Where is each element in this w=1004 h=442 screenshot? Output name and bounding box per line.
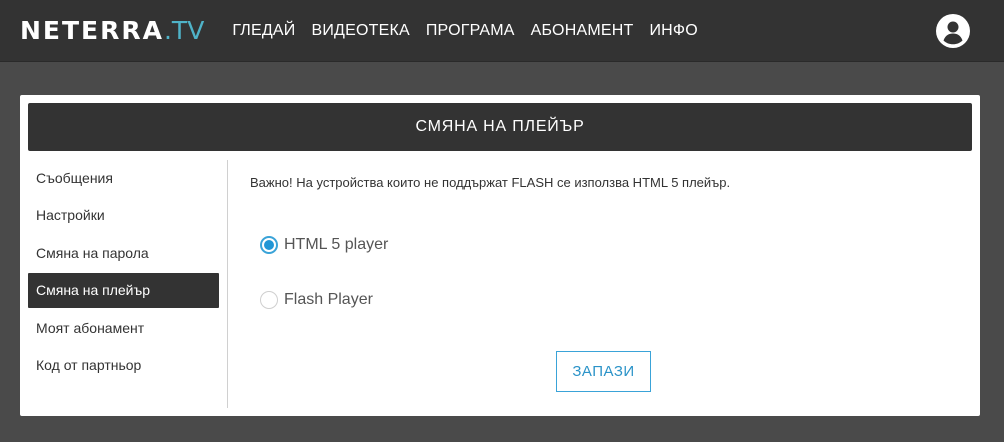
main-nav: ГЛЕДАЙ ВИДЕОТЕКА ПРОГРАМА АБОНАМЕНТ ИНФО bbox=[232, 22, 698, 40]
flash-radio-label: Flash Player bbox=[284, 291, 373, 308]
sidebar-item-change-password[interactable]: Смяна на парола bbox=[28, 235, 219, 270]
nav-video-library[interactable]: ВИДЕОТЕКА bbox=[311, 22, 409, 40]
neterra-logo[interactable]: NETERRA .TV bbox=[20, 16, 204, 45]
option-html5-player[interactable]: HTML 5 player bbox=[260, 236, 388, 254]
html5-radio-label: HTML 5 player bbox=[284, 236, 389, 253]
logo-main-text: NETERRA bbox=[20, 16, 164, 45]
account-circle-icon[interactable] bbox=[936, 14, 970, 48]
sidebar-item-my-subscription[interactable]: Моят абонамент bbox=[28, 310, 219, 345]
nav-subscription[interactable]: АБОНАМЕНТ bbox=[531, 22, 634, 40]
panel-title: СМЯНА НА ПЛЕЙЪР bbox=[28, 103, 972, 151]
html5-radio[interactable] bbox=[260, 236, 278, 254]
nav-program[interactable]: ПРОГРАМА bbox=[426, 22, 515, 40]
flash-notice-text: Важно! На устройства които не поддържат … bbox=[250, 175, 731, 190]
settings-card: СМЯНА НА ПЛЕЙЪР Съобщения Настройки Смян… bbox=[20, 95, 980, 416]
sidebar-item-settings[interactable]: Настройки bbox=[28, 198, 219, 233]
logo-suffix-text: .TV bbox=[163, 16, 205, 45]
sidebar-item-change-player[interactable]: Смяна на плейър bbox=[28, 272, 219, 308]
player-settings-content: Важно! На устройства които не поддържат … bbox=[250, 175, 950, 309]
sidebar-item-partner-code[interactable]: Код от партньор bbox=[28, 348, 219, 383]
flash-radio[interactable] bbox=[260, 291, 278, 309]
sidebar-item-messages[interactable]: Съобщения bbox=[28, 160, 219, 195]
save-button[interactable]: ЗАПАЗИ bbox=[556, 351, 651, 392]
option-flash-player[interactable]: Flash Player bbox=[260, 291, 373, 309]
nav-info[interactable]: ИНФО bbox=[649, 22, 697, 40]
nav-watch[interactable]: ГЛЕДАЙ bbox=[232, 22, 295, 40]
settings-sidebar: Съобщения Настройки Смяна на парола Смян… bbox=[28, 160, 228, 408]
top-navigation-bar: NETERRA .TV ГЛЕДАЙ ВИДЕОТЕКА ПРОГРАМА АБО… bbox=[0, 0, 1004, 62]
